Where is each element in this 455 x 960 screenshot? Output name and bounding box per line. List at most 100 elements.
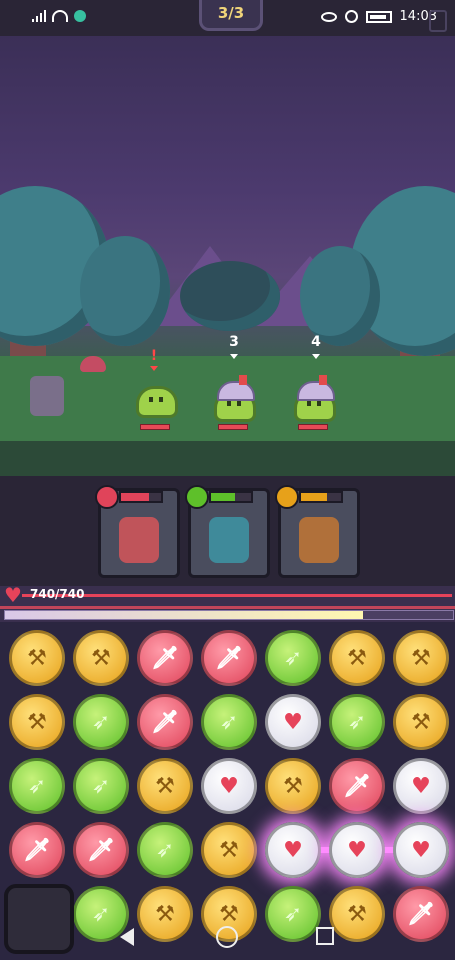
heart-gem[interactable]: ♥: [265, 694, 321, 750]
hero-skill-bar: [209, 491, 253, 503]
spear-gem[interactable]: ➶: [137, 822, 193, 878]
player-hp-text: 740/740: [30, 587, 85, 601]
heart-gem[interactable]: ♥: [201, 758, 257, 814]
axe-gem[interactable]: ⚒: [73, 630, 129, 686]
spear-gem[interactable]: ➶: [9, 758, 65, 814]
spear-icon: ➶: [155, 837, 175, 863]
hero-skill-bar: [299, 491, 343, 503]
spear-gem[interactable]: ➶: [201, 694, 257, 750]
heart-gem[interactable]: ♥: [329, 822, 385, 878]
enemy-hp-bar: [140, 424, 170, 430]
heart-icon: ♥: [347, 837, 367, 863]
enemy-hp-bar: [218, 424, 248, 430]
axe-gem[interactable]: ⚒: [393, 630, 449, 686]
ground-edge: [0, 441, 455, 476]
axe-icon: ⚒: [91, 645, 111, 671]
sword-icon: 🗡: [215, 645, 243, 671]
gravestone: [30, 376, 64, 416]
axe-icon: ⚒: [411, 709, 431, 735]
spear-icon: ➶: [91, 709, 111, 735]
axe-gem[interactable]: ⚒: [137, 758, 193, 814]
axe-icon: ⚒: [411, 645, 431, 671]
axe-icon: ⚒: [155, 773, 175, 799]
mushroom: [80, 356, 106, 372]
spear-icon: [185, 485, 209, 509]
home-icon[interactable]: [216, 926, 238, 948]
enemy-marker-icon: [312, 354, 320, 359]
eye-comfort-icon: [320, 11, 337, 22]
heart-icon: ♥: [283, 709, 303, 735]
hero-skill-bar: [119, 491, 163, 503]
axe-icon: [275, 485, 299, 509]
heart-icon: ♥: [219, 773, 239, 799]
sword-icon: 🗡: [23, 837, 51, 863]
bush: [180, 261, 280, 331]
heart-icon: ♥: [411, 837, 431, 863]
energy-bar: [4, 610, 454, 620]
spear-icon: ➶: [91, 773, 111, 799]
spear-icon: ➶: [219, 709, 239, 735]
enemy-armored-slime[interactable]: [294, 375, 336, 422]
tree: [300, 246, 380, 346]
wave-counter: 3/3: [199, 0, 263, 31]
spear-icon: ➶: [27, 773, 47, 799]
sword-icon: 🗡: [343, 773, 371, 799]
enemy-turn-counter: !: [150, 348, 158, 364]
axe-icon: ⚒: [27, 709, 47, 735]
spear-gem[interactable]: ➶: [265, 630, 321, 686]
heart-icon: ♥: [283, 837, 303, 863]
recent-apps-icon[interactable]: [316, 927, 334, 945]
target-marker-icon: [150, 366, 158, 371]
pause-icon[interactable]: [429, 10, 447, 32]
spear-icon: ➶: [283, 645, 303, 671]
alarm-icon: [344, 10, 358, 23]
axe-gem[interactable]: ⚒: [9, 694, 65, 750]
enemy-marker-icon: [230, 354, 238, 359]
sword-gem[interactable]: 🗡: [329, 758, 385, 814]
tree: [80, 236, 170, 346]
hero-portrait: [209, 517, 249, 563]
hero-card-red-warrior[interactable]: [95, 485, 180, 578]
heart-gem[interactable]: ♥: [265, 822, 321, 878]
nav-bar: [0, 918, 455, 960]
sword-gem[interactable]: 🗡: [137, 630, 193, 686]
enemy-turn-counter: 3: [229, 334, 239, 350]
axe-gem[interactable]: ⚒: [393, 694, 449, 750]
hero-card-pirate[interactable]: [275, 485, 360, 578]
axe-gem[interactable]: ⚒: [265, 758, 321, 814]
axe-icon: ⚒: [219, 837, 239, 863]
hero-portrait: [299, 517, 339, 563]
sword-gem[interactable]: 🗡: [137, 694, 193, 750]
spear-gem[interactable]: ➶: [329, 694, 385, 750]
player-hp-bar: [22, 594, 452, 597]
enemy-hp-bar: [298, 424, 328, 430]
enemy-armored-slime[interactable]: [214, 375, 256, 422]
sword-gem[interactable]: 🗡: [73, 822, 129, 878]
axe-gem[interactable]: ⚒: [9, 630, 65, 686]
axe-icon: ⚒: [347, 645, 367, 671]
back-icon[interactable]: [120, 928, 134, 946]
battle-scene: ! 3 4: [0, 36, 455, 476]
spear-gem[interactable]: ➶: [73, 758, 129, 814]
hero-panel: [0, 476, 455, 586]
signal-icon: [32, 10, 46, 22]
sword-gem[interactable]: 🗡: [201, 630, 257, 686]
wifi-icon: [52, 10, 68, 22]
sword-icon: 🗡: [87, 837, 115, 863]
heart-gem[interactable]: ♥: [393, 822, 449, 878]
player-hp-strip: ♥ 740/740: [0, 583, 455, 622]
heart-icon: ♥: [4, 583, 22, 607]
enemy-turn-counter: 4: [311, 334, 321, 350]
hero-card-blue-hooded[interactable]: [185, 485, 270, 578]
vpn-icon: [74, 10, 86, 22]
spear-gem[interactable]: ➶: [73, 694, 129, 750]
sword-icon: 🗡: [151, 709, 179, 735]
enemy-slime[interactable]: [136, 386, 178, 418]
player-hp-underline: [0, 606, 455, 609]
heart-gem[interactable]: ♥: [393, 758, 449, 814]
axe-gem[interactable]: ⚒: [201, 822, 257, 878]
axe-icon: ⚒: [27, 645, 47, 671]
heart-icon: ♥: [411, 773, 431, 799]
sword-gem[interactable]: 🗡: [9, 822, 65, 878]
axe-gem[interactable]: ⚒: [329, 630, 385, 686]
